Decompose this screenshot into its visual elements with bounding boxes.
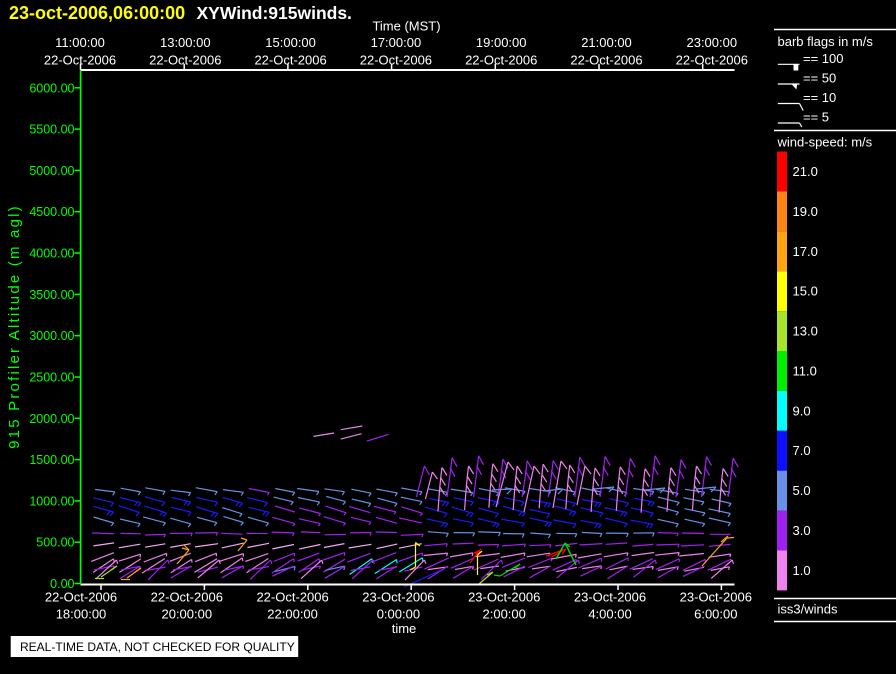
svg-text:13:00:00: 13:00:00 [160,35,211,50]
svg-text:9.0: 9.0 [793,403,811,418]
svg-text:3.0: 3.0 [793,523,811,538]
svg-text:15:00:00: 15:00:00 [265,35,316,50]
svg-text:22-Oct-2006: 22-Oct-2006 [149,53,221,68]
svg-text:500.00: 500.00 [36,536,74,550]
svg-text:22-Oct-2006: 22-Oct-2006 [151,590,223,605]
svg-text:3500.00: 3500.00 [29,288,74,302]
svg-text:6000.00: 6000.00 [29,81,74,95]
svg-text:11:00:00: 11:00:00 [55,35,105,50]
svg-text:4:00:00: 4:00:00 [588,607,631,622]
svg-text:19.0: 19.0 [793,204,818,219]
svg-text:4500.00: 4500.00 [29,205,74,219]
svg-text:21:00:00: 21:00:00 [581,35,632,50]
svg-text:13.0: 13.0 [793,324,818,339]
svg-text:0:00:00: 0:00:00 [377,607,420,622]
svg-text:22-Oct-2006: 22-Oct-2006 [465,53,537,68]
svg-text:23-Oct-2006: 23-Oct-2006 [574,590,646,605]
svg-text:iss3/winds: iss3/winds [778,602,838,617]
svg-text:23-Oct-2006: 23-Oct-2006 [468,590,540,605]
svg-text:23-Oct-2006: 23-Oct-2006 [362,590,434,605]
svg-text:5.0: 5.0 [793,483,811,498]
svg-text:XYWind:915winds.: XYWind:915winds. [197,3,352,23]
svg-text:22:00:00: 22:00:00 [267,607,318,622]
svg-text:== 5: == 5 [803,110,829,125]
svg-text:18:00:00: 18:00:00 [56,607,107,622]
svg-text:1500.00: 1500.00 [29,453,74,467]
svg-text:== 100: == 100 [803,51,844,66]
svg-text:== 50: == 50 [803,71,836,86]
svg-text:22-Oct-2006: 22-Oct-2006 [360,53,432,68]
svg-text:21.0: 21.0 [793,164,818,179]
svg-text:2:00:00: 2:00:00 [483,607,526,622]
svg-text:22-Oct-2006: 22-Oct-2006 [256,590,328,605]
svg-text:time: time [392,621,417,636]
svg-text:wind-speed: m/s: wind-speed: m/s [777,135,873,150]
svg-text:6:00:00: 6:00:00 [694,607,737,622]
svg-text:23:00:00: 23:00:00 [686,35,737,50]
svg-text:5000.00: 5000.00 [29,164,74,178]
svg-text:2500.00: 2500.00 [29,371,74,385]
svg-text:1000.00: 1000.00 [29,494,74,508]
svg-text:19:00:00: 19:00:00 [476,35,527,50]
svg-text:3000.00: 3000.00 [29,329,74,343]
svg-text:20:00:00: 20:00:00 [161,607,212,622]
svg-text:5500.00: 5500.00 [29,123,74,137]
svg-text:Time (MST): Time (MST) [372,19,440,34]
svg-text:15.0: 15.0 [793,284,818,299]
svg-text:REAL-TIME DATA, NOT CHECKED FO: REAL-TIME DATA, NOT CHECKED FOR QUALITY [20,640,295,654]
svg-text:23-oct-2006,06:00:00: 23-oct-2006,06:00:00 [9,3,185,23]
svg-text:22-Oct-2006: 22-Oct-2006 [254,53,326,68]
svg-text:17:00:00: 17:00:00 [371,35,422,50]
svg-text:barb flags in m/s: barb flags in m/s [778,34,874,49]
svg-text:7.0: 7.0 [793,443,811,458]
svg-text:23-Oct-2006: 23-Oct-2006 [680,590,752,605]
svg-text:== 10: == 10 [803,90,836,105]
svg-text:0.00: 0.00 [50,577,74,591]
svg-text:22-Oct-2006: 22-Oct-2006 [45,590,117,605]
svg-text:915 Profiler Altitude (m agl): 915 Profiler Altitude (m agl) [6,204,23,449]
svg-text:11.0: 11.0 [793,363,817,378]
svg-text:2000.00: 2000.00 [29,412,74,426]
svg-text:1.0: 1.0 [793,563,811,578]
svg-text:22-Oct-2006: 22-Oct-2006 [570,53,642,68]
svg-text:22-Oct-2006: 22-Oct-2006 [676,53,748,68]
svg-text:17.0: 17.0 [793,244,818,259]
svg-text:4000.00: 4000.00 [29,247,74,261]
